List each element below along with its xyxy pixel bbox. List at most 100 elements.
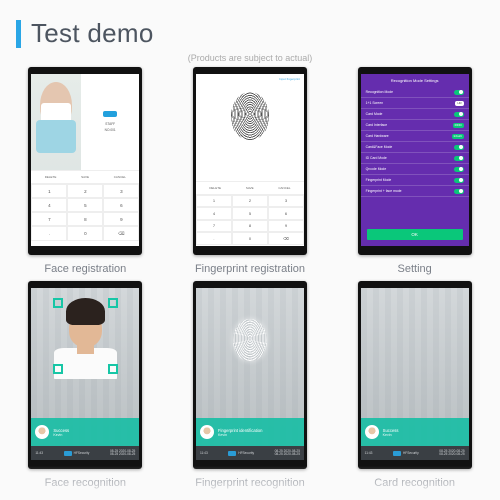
settings-row[interactable]: ID Card Mode [361, 153, 469, 164]
brand-name: HFSecurity [403, 451, 419, 455]
save-button[interactable]: SAVE [79, 174, 91, 180]
keypad-key[interactable]: 8 [67, 212, 103, 226]
person-name: Kevin [383, 433, 399, 437]
settings-label: Card Mode [366, 112, 383, 116]
fp-header: Input fingerprint [196, 74, 304, 84]
phone-frame: Recognition Mode Settings Recognition Mo… [358, 67, 472, 255]
ok-button[interactable]: OK [367, 229, 463, 240]
numeric-keypad[interactable]: 123 456 789.0⌫ [31, 184, 139, 241]
settings-row[interactable]: Fingerprint + face mode [361, 186, 469, 197]
keypad-key[interactable]: 7 [31, 212, 67, 226]
keypad-key[interactable]: 8 [232, 220, 268, 232]
settings-label: Qrcode Mode [366, 167, 387, 171]
brand-logo-icon [103, 111, 117, 117]
settings-row[interactable]: Card Mode [361, 109, 469, 120]
cell-fingerprint-registration: Input fingerprint DELETE SAVE CANCEL 123… [191, 67, 310, 275]
action-row: DELETE SAVE CANCEL [31, 170, 139, 184]
person-name: Kevin [53, 433, 69, 437]
keypad-key[interactable]: ⌫ [103, 226, 139, 241]
scan-brackets-icon [53, 298, 118, 374]
value-chip[interactable]: RFID [453, 123, 464, 128]
toggle-switch[interactable] [454, 178, 464, 183]
cell-settings: Recognition Mode Settings Recognition Mo… [355, 67, 474, 275]
keypad-key[interactable]: 2 [67, 184, 103, 198]
person-name: Kevin [218, 433, 262, 437]
numeric-keypad[interactable]: 123 456 789.0⌫ [196, 195, 304, 245]
screen-fingerprint-registration[interactable]: Input fingerprint DELETE SAVE CANCEL 123… [196, 74, 304, 246]
result-panel: Success Kevin [361, 418, 469, 446]
action-row: DELETE SAVE CANCEL [196, 181, 304, 195]
screen-card-recognition[interactable]: Success Kevin 11:43 HFSecurity 08-25 202… [361, 288, 469, 460]
keypad-key[interactable]: 0 [232, 232, 268, 244]
keypad-key[interactable]: 6 [268, 207, 304, 219]
toggle-switch[interactable] [454, 145, 464, 150]
cell-card-recognition: Success Kevin 11:43 HFSecurity 08-25 202… [355, 281, 474, 489]
fingerprint-icon [233, 319, 267, 361]
settings-row[interactable]: Qrcode Mode [361, 164, 469, 175]
keypad-key[interactable]: . [31, 226, 67, 241]
settings-row[interactable]: Fingerprint Mode [361, 175, 469, 186]
keypad-key[interactable]: 1 [31, 184, 67, 198]
caption: Card recognition [374, 477, 455, 489]
brand-name: HFSecurity [238, 451, 254, 455]
keypad-key[interactable]: 9 [103, 212, 139, 226]
settings-row[interactable]: Card&Face Mode [361, 142, 469, 153]
keypad-key[interactable]: 4 [31, 198, 67, 212]
delete-button[interactable]: DELETE [207, 185, 223, 191]
page-header: Test demo [0, 0, 500, 51]
keypad-key[interactable]: 9 [268, 220, 304, 232]
keypad-key[interactable]: 3 [103, 184, 139, 198]
toggle-switch[interactable] [454, 112, 464, 117]
save-button[interactable]: SAVE [244, 185, 256, 191]
screen-face-registration[interactable]: STAFF NO.001 DELETE SAVE CANCEL 123 456 78… [31, 74, 139, 246]
settings-row[interactable]: Card Interface RFID [361, 120, 469, 131]
keypad-key[interactable]: 0 [67, 226, 103, 241]
toggle-switch[interactable] [454, 167, 464, 172]
screen-face-recognition[interactable]: Success Kevin 11:43 HFSecurity 08-25 202… [31, 288, 139, 460]
keypad-key[interactable]: 2 [232, 195, 268, 207]
settings-label: 1+1 Screen [366, 101, 383, 105]
brand-logo-icon [228, 451, 236, 456]
delete-button[interactable]: DELETE [43, 174, 59, 180]
fingerprint-icon [231, 92, 269, 140]
keypad-key[interactable]: 5 [67, 198, 103, 212]
accent-bar [16, 20, 21, 48]
cancel-button[interactable]: CANCEL [112, 174, 128, 180]
value-chip[interactable]: Inbuilt [452, 134, 464, 139]
keypad-key[interactable]: 1 [196, 195, 232, 207]
settings-row[interactable]: 1+1 Screen HR [361, 98, 469, 109]
caption: Fingerprint recognition [195, 477, 304, 489]
settings-label: ID Card Mode [366, 156, 387, 160]
cancel-button[interactable]: CANCEL [276, 185, 292, 191]
staff-label: STAFF [105, 122, 115, 126]
keypad-key[interactable]: . [196, 232, 232, 244]
settings-row[interactable]: Recognition Mode [361, 87, 469, 98]
keypad-key[interactable]: 7 [196, 220, 232, 232]
settings-label: Fingerprint Mode [366, 178, 392, 182]
phone-frame: Success Kevin 11:43 HFSecurity 08-25 202… [358, 281, 472, 469]
keypad-key[interactable]: 4 [196, 207, 232, 219]
settings-label: Card Interface [366, 123, 388, 127]
phone-frame: Fingerprint identification Kevin 11:43 H… [193, 281, 307, 469]
toggle-switch[interactable] [454, 189, 464, 194]
brand-logo-icon [64, 451, 72, 456]
settings-row[interactable]: Card HardwareInbuilt [361, 131, 469, 142]
clock: 11:43 [200, 451, 208, 455]
keypad-key[interactable]: 5 [232, 207, 268, 219]
page-title: Test demo [31, 18, 154, 49]
cell-fingerprint-recognition: Fingerprint identification Kevin 11:43 H… [191, 281, 310, 489]
toggle-switch[interactable] [454, 90, 464, 95]
screen-settings[interactable]: Recognition Mode Settings Recognition Mo… [361, 74, 469, 246]
clock: 11:43 [365, 451, 373, 455]
demo-grid: STAFF NO.001 DELETE SAVE CANCEL 12345678… [0, 67, 500, 489]
settings-list: Recognition Mode 1+1 Screen HR Card Mode Car… [361, 87, 469, 197]
value-chip[interactable]: HR [455, 101, 463, 106]
keypad-key[interactable]: ⌫ [268, 232, 304, 244]
brand-name: HFSecurity [74, 451, 90, 455]
toggle-switch[interactable] [454, 156, 464, 161]
keypad-key[interactable]: 6 [103, 198, 139, 212]
screen-fingerprint-recognition[interactable]: Fingerprint identification Kevin 11:43 H… [196, 288, 304, 460]
face-info-card: STAFF NO.001 [81, 74, 139, 170]
caption: Fingerprint registration [195, 263, 305, 275]
keypad-key[interactable]: 3 [268, 195, 304, 207]
